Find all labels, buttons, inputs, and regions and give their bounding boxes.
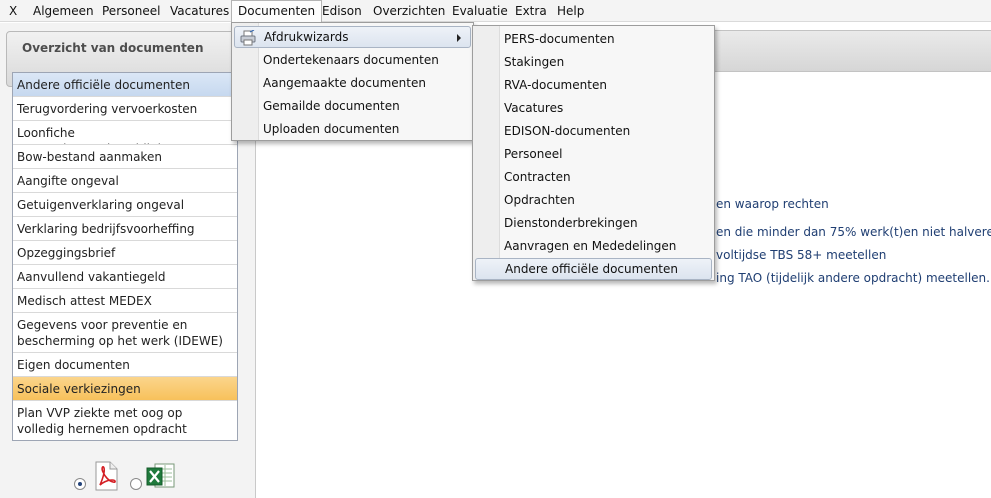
submenu-item-label: RVA-documenten (504, 78, 607, 92)
menu-help[interactable]: Help (551, 0, 590, 22)
submenu-item-dienstonderbrekingen[interactable]: Dienstonderbrekingen (475, 212, 712, 234)
excel-radio[interactable] (130, 478, 142, 490)
printer-wizard-icon (240, 30, 256, 46)
menu-item-aangemaakte-label: Aangemaakte documenten (263, 76, 426, 90)
output-format-selector (74, 459, 184, 493)
submenu-item-label: Stakingen (504, 55, 565, 69)
doc-sociale-verkiezingen[interactable]: Sociale verkiezingen (13, 377, 237, 401)
info-line-4: ing TAO (tijdelijk andere opdracht) meet… (716, 271, 990, 285)
doc-andere-officiele-documenten[interactable]: Andere officiële documenten (13, 73, 237, 97)
submenu-item-personeel[interactable]: Personeel (475, 143, 712, 165)
doc-verklaring-bedrijfsvoorheffing[interactable]: Verklaring bedrijfsvoorheffing (13, 217, 237, 241)
menu-item-afdrukwizards[interactable]: Afdrukwizards (234, 26, 471, 48)
menu-item-uploaden[interactable]: Uploaden documenten (234, 118, 471, 140)
doc-medisch-attest-medex[interactable]: Medisch attest MEDEX (13, 289, 237, 313)
submenu-arrow-icon (457, 34, 461, 42)
submenu-item-label: Opdrachten (504, 193, 575, 207)
submenu-item-label: EDISON-documenten (504, 124, 631, 138)
doc-aangifte-ongeval[interactable]: Aangifte ongeval (13, 169, 237, 193)
menu-item-gemailde-label: Gemailde documenten (263, 99, 400, 113)
submenu-item-pers-documenten[interactable]: PERS-documenten (475, 28, 712, 50)
doc-terugvordering-vervoerkosten[interactable]: Terugvordering vervoerkosten (13, 97, 237, 121)
excel-icon (146, 463, 175, 488)
menu-item-uploaden-label: Uploaden documenten (263, 122, 400, 136)
menu-item-gemailde[interactable]: Gemailde documenten (234, 95, 471, 117)
submenu-item-contracten[interactable]: Contracten (475, 166, 712, 188)
submenu-item-label: Vacatures (504, 101, 564, 115)
submenu-item-label: Dienstonderbrekingen (504, 216, 638, 230)
menu-item-afdrukwizards-label: Afdrukwizards (264, 30, 349, 44)
submenu-item-vacatures[interactable]: Vacatures (475, 97, 712, 119)
submenu-item-andere-officiele-documenten[interactable]: Andere officiële documenten (475, 258, 712, 280)
menu-edison[interactable]: Edison (316, 0, 368, 22)
doc-plan-vvp-ziekte[interactable]: Plan VVP ziekte met oog op volledig hern… (13, 401, 237, 441)
info-line-3: voltijdse TBS 58+ meetellen (716, 248, 887, 262)
menu-item-ondertekenaars[interactable]: Ondertekenaars documenten (234, 49, 471, 71)
submenu-item-edison-documenten[interactable]: EDISON-documenten (475, 120, 712, 142)
menu-extra[interactable]: Extra (509, 0, 553, 22)
menu-close[interactable]: X (3, 0, 23, 22)
pdf-icon (95, 461, 118, 491)
menu-vacatures[interactable]: Vacatures (164, 0, 235, 22)
submenu-item-label: Aanvragen en Mededelingen (504, 239, 677, 253)
doc-loonfiche-vervoerkosten[interactable]: Loonfiche vervoerkosten/bezoldigingen (13, 121, 237, 145)
menubar: X Algemeen Personeel Vacatures Documente… (0, 0, 991, 23)
document-list: Andere officiële documenten Terugvorderi… (12, 72, 238, 441)
menu-item-ondertekenaars-label: Ondertekenaars documenten (263, 53, 439, 67)
menu-documenten[interactable]: Documenten (231, 0, 323, 23)
submenu-item-label: PERS-documenten (504, 32, 615, 46)
doc-opzeggingsbrief[interactable]: Opzeggingsbrief (13, 241, 237, 265)
menu-item-aangemaakte[interactable]: Aangemaakte documenten (234, 72, 471, 94)
submenu-item-label: Andere officiële documenten (505, 262, 679, 276)
doc-gegevens-preventie-idewe[interactable]: Gegevens voor preventie en bescherming o… (13, 313, 237, 353)
menu-evaluatie[interactable]: Evaluatie (446, 0, 514, 22)
doc-bow-bestand-aanmaken[interactable]: Bow-bestand aanmaken (13, 145, 237, 169)
submenu-item-rva-documenten[interactable]: RVA-documenten (475, 74, 712, 96)
documents-panel: Overzicht van documenten Andere officiël… (0, 23, 256, 498)
pdf-radio[interactable] (74, 478, 86, 490)
menu-personeel[interactable]: Personeel (96, 0, 166, 22)
submenu-item-aanvragen-mededelingen[interactable]: Aanvragen en Mededelingen (475, 235, 712, 257)
info-line-2: en die minder dan 75% werk(t)en niet hal… (716, 225, 991, 239)
menu-overzichten[interactable]: Overzichten (367, 0, 451, 22)
submenu-item-label: Personeel (504, 147, 563, 161)
doc-getuigenverklaring-ongeval[interactable]: Getuigenverklaring ongeval (13, 193, 237, 217)
info-line-1: en waarop rechten (716, 197, 829, 211)
submenu-item-stakingen[interactable]: Stakingen (475, 51, 712, 73)
afdrukwizards-submenu: PERS-documenten Stakingen RVA-documenten… (472, 25, 715, 281)
submenu-item-label: Contracten (504, 170, 571, 184)
panel-title: Overzicht van documenten (22, 41, 204, 55)
menu-algemeen[interactable]: Algemeen (27, 0, 100, 22)
submenu-item-opdrachten[interactable]: Opdrachten (475, 189, 712, 211)
doc-aanvullend-vakantiegeld[interactable]: Aanvullend vakantiegeld (13, 265, 237, 289)
doc-eigen-documenten[interactable]: Eigen documenten (13, 353, 237, 377)
documenten-menu: Afdrukwizards Ondertekenaars documenten … (231, 22, 474, 141)
